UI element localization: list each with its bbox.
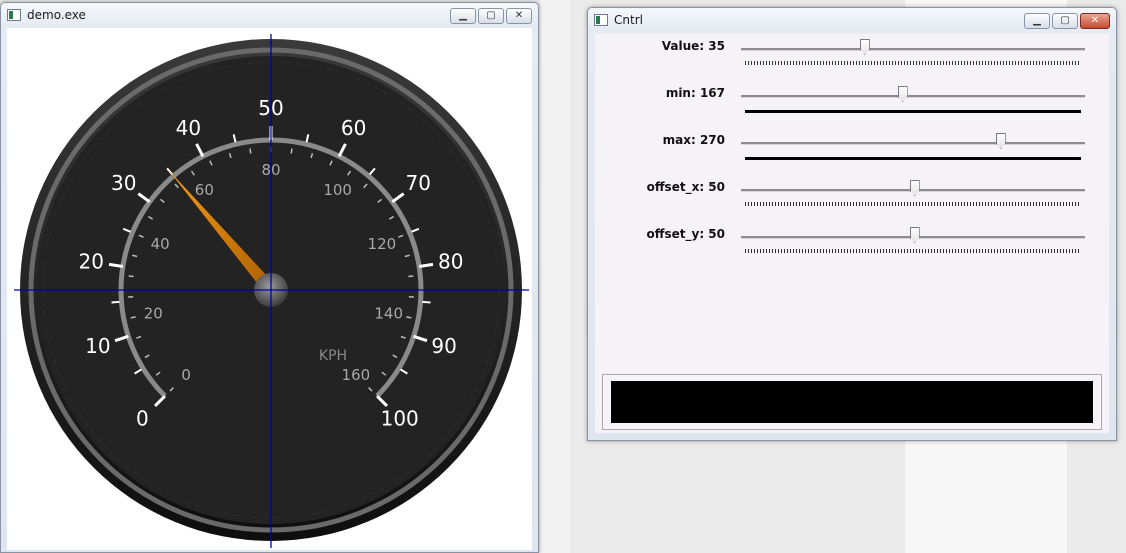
outer-tick (422, 300, 431, 304)
outer-scale-label: 90 (431, 334, 456, 358)
speedometer-gauge: 0102030405060708090100020406080100120140… (14, 34, 529, 548)
maximize-icon: ▢ (1060, 15, 1070, 26)
minimize-button[interactable]: ▁ (450, 8, 476, 24)
outer-tick (111, 300, 120, 304)
outer-scale-label: 10 (85, 334, 110, 358)
outer-scale-label: 100 (381, 407, 419, 431)
demo-window-canvas: 0 10 20 30 40 50 60 70 80 90 100 0 20 40 60 80 100 120 140… (7, 28, 532, 550)
maximize-icon: ▢ (486, 10, 496, 21)
trackbar-underline (745, 61, 1081, 65)
trackbar-rail[interactable] (741, 48, 1085, 51)
cntrl-window-titlebar[interactable]: Cntrl ▁ ▢ ✕ (588, 8, 1116, 34)
inner-scale-label: 140 (374, 304, 403, 322)
trackbar-label: offset_y: 50 (646, 227, 725, 241)
trackbar-rail[interactable] (741, 95, 1085, 98)
cntrl-window[interactable]: Cntrl ▁ ▢ ✕ Value: 35 min: 167 max: 270 off… (587, 7, 1117, 441)
trackbar-row: offset_x: 50 (595, 177, 1109, 217)
app-icon (7, 9, 21, 21)
trackbar-rail[interactable] (741, 142, 1085, 145)
inner-tick (290, 148, 293, 154)
close-button[interactable]: ✕ (506, 8, 532, 24)
outer-scale-label: 70 (406, 171, 431, 195)
trackbar-thumb[interactable] (909, 180, 920, 196)
app-icon (594, 14, 608, 26)
trackbar-thumb[interactable] (897, 86, 908, 102)
minimize-icon: ▁ (459, 10, 467, 21)
demo-window-title: demo.exe (27, 8, 86, 22)
trackbar-row: max: 270 (595, 130, 1109, 170)
desktop-background-left (540, 0, 570, 553)
trackbar-row: Value: 35 (595, 36, 1109, 76)
cntrl-window-client: Value: 35 min: 167 max: 270 offset_x: 50 off… (595, 34, 1109, 433)
close-icon: ✕ (514, 10, 524, 21)
inner-scale-label: 60 (195, 181, 214, 199)
trackbar-label: offset_x: 50 (646, 180, 725, 194)
inner-scale-label: 160 (342, 366, 371, 384)
demo-window-titlebar[interactable]: demo.exe ▁ ▢ ✕ (1, 3, 538, 29)
trackbar-underline (745, 249, 1081, 253)
inner-tick (249, 148, 252, 154)
inner-scale-label: 20 (144, 304, 163, 322)
maximize-button[interactable]: ▢ (1052, 13, 1078, 29)
trackbar-underline (745, 157, 1081, 160)
inner-tick (130, 316, 136, 319)
cntrl-window-title: Cntrl (614, 13, 643, 27)
inner-scale-label: 40 (151, 235, 170, 253)
trackbar-thumb[interactable] (859, 39, 870, 55)
outer-scale-label: 30 (111, 171, 136, 195)
trackbar-underline (745, 202, 1081, 206)
outer-scale-label: 0 (136, 407, 149, 431)
outer-scale-label: 60 (341, 116, 366, 140)
minimize-button[interactable]: ▁ (1024, 13, 1050, 29)
trackbar-row: offset_y: 50 (595, 224, 1109, 264)
trackbar-thumb[interactable] (909, 227, 920, 243)
outer-scale-label: 20 (79, 250, 104, 274)
trackbar-thumb[interactable] (995, 133, 1006, 149)
image-panel (602, 374, 1102, 430)
inner-scale-label: 0 (181, 366, 191, 384)
inner-tick (406, 316, 412, 319)
minimize-icon: ▁ (1033, 15, 1041, 26)
image-preview (611, 381, 1093, 423)
close-button[interactable]: ✕ (1080, 13, 1110, 29)
inner-scale-label: 100 (323, 181, 352, 199)
trackbar-label: Value: 35 (661, 39, 725, 53)
trackbar-underline (745, 110, 1081, 113)
demo-window[interactable]: demo.exe ▁ ▢ ✕ 0 10 20 30 40 50 60 70 80… (0, 2, 539, 553)
maximize-button[interactable]: ▢ (478, 8, 504, 24)
outer-scale-label: 40 (176, 116, 201, 140)
trackbar-label: min: 167 (665, 86, 725, 100)
close-icon: ✕ (1090, 15, 1100, 26)
trackbar-row: min: 167 (595, 83, 1109, 123)
outer-scale-label: 80 (438, 250, 463, 274)
trackbar-label: max: 270 (662, 133, 725, 147)
inner-scale-label: 120 (368, 235, 397, 253)
unit-label: KPH (319, 348, 347, 364)
